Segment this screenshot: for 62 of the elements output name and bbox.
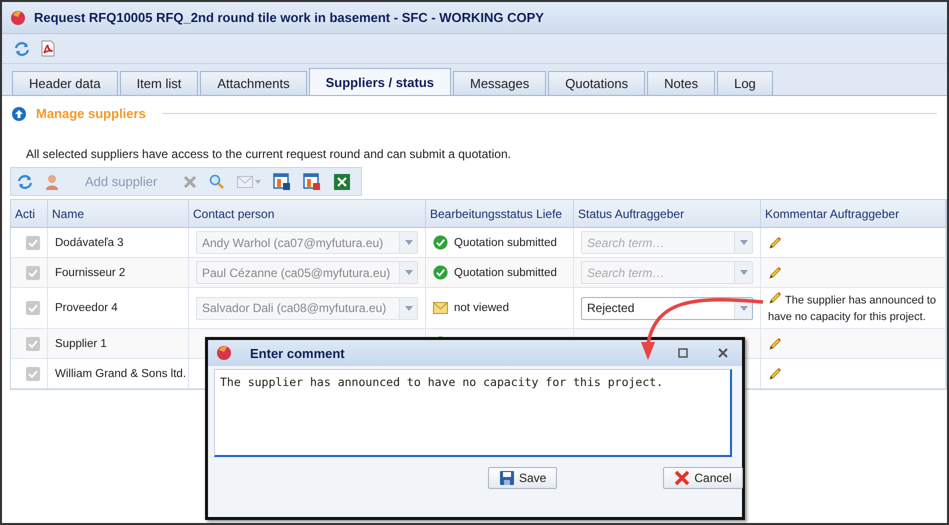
export-icon[interactable] (273, 172, 292, 190)
pencil-icon[interactable] (768, 291, 782, 305)
tab[interactable]: Item list (120, 71, 198, 95)
comment-text: The supplier has announced to have no capacity for this project. (768, 291, 938, 325)
status-dropdown[interactable]: Rejected (581, 296, 753, 320)
check-circle-icon (433, 235, 448, 250)
collapse-icon[interactable] (12, 106, 26, 120)
checkbox[interactable] (26, 266, 40, 280)
dialog-title: Enter comment (250, 346, 346, 360)
status-text: Quotation submitted (454, 236, 557, 248)
export-icon[interactable] (303, 172, 322, 190)
supplier-name: Proveedor 4 (55, 302, 118, 314)
comment-field[interactable]: The supplier has announced to have no capacity for this project. (214, 369, 732, 457)
status-text: not viewed (454, 302, 509, 314)
column-header[interactable]: Name (48, 200, 189, 227)
caret-icon (404, 270, 412, 275)
refresh-icon[interactable] (14, 40, 30, 56)
spreadsheet-icon[interactable] (333, 172, 352, 190)
search-icon[interactable] (209, 174, 226, 190)
cancel-button[interactable]: Cancel (663, 467, 743, 489)
save-icon (499, 470, 515, 486)
supplier-name: Supplier 1 (55, 338, 107, 350)
save-button[interactable]: Save (488, 467, 558, 489)
check-circle-icon (433, 265, 448, 280)
tab[interactable]: Header data (12, 71, 118, 95)
tab[interactable]: Notes (647, 71, 716, 95)
refresh-icon[interactable] (17, 174, 33, 190)
column-header[interactable]: Acti (11, 200, 48, 227)
app-logo-icon (10, 10, 26, 26)
status-text: Quotation submitted (454, 266, 557, 278)
info-text: All selected suppliers have access to the current request round and can submit a quotation. (25, 146, 512, 161)
column-header[interactable]: Bearbeitungsstatus Liefe (426, 200, 574, 227)
pencil-icon[interactable] (768, 266, 782, 280)
column-header[interactable]: Status Auftraggeber (574, 200, 761, 227)
caret-icon (740, 306, 748, 310)
column-header[interactable]: Contact person (189, 200, 426, 227)
tab[interactable]: Quotations (548, 71, 646, 95)
section-title: Manage suppliers (36, 106, 146, 121)
tab[interactable]: Log (717, 71, 773, 95)
tab[interactable]: Attachments (200, 71, 307, 95)
checkbox[interactable] (26, 301, 40, 315)
caret-icon (404, 240, 412, 245)
pencil-icon[interactable] (768, 366, 782, 380)
column-header[interactable]: Kommentar Auftraggeber (761, 200, 946, 227)
window-title: Request RFQ10005 RFQ_2nd round tile work in basement - SFC - WORKING COPY (34, 10, 544, 25)
pdf-icon[interactable] (40, 40, 56, 57)
pencil-icon[interactable] (768, 336, 782, 350)
supplier-name: Dodávateľa 3 (55, 236, 124, 248)
cancel-icon (674, 470, 690, 486)
checkbox[interactable] (26, 236, 40, 250)
checkbox[interactable] (26, 366, 40, 380)
tab[interactable]: Suppliers / status (308, 68, 451, 95)
checkbox[interactable] (26, 336, 40, 350)
caret-icon (404, 306, 412, 310)
supplier-name: Fournisseur 2 (55, 266, 126, 278)
caret-icon (740, 240, 748, 245)
envelope-icon (433, 302, 448, 314)
tab[interactable]: Messages (453, 71, 546, 95)
caret-icon (740, 270, 748, 275)
pencil-icon[interactable] (768, 236, 782, 250)
supplier-name: William Grand & Sons ltd. (55, 368, 186, 380)
app-logo-icon (216, 345, 232, 361)
